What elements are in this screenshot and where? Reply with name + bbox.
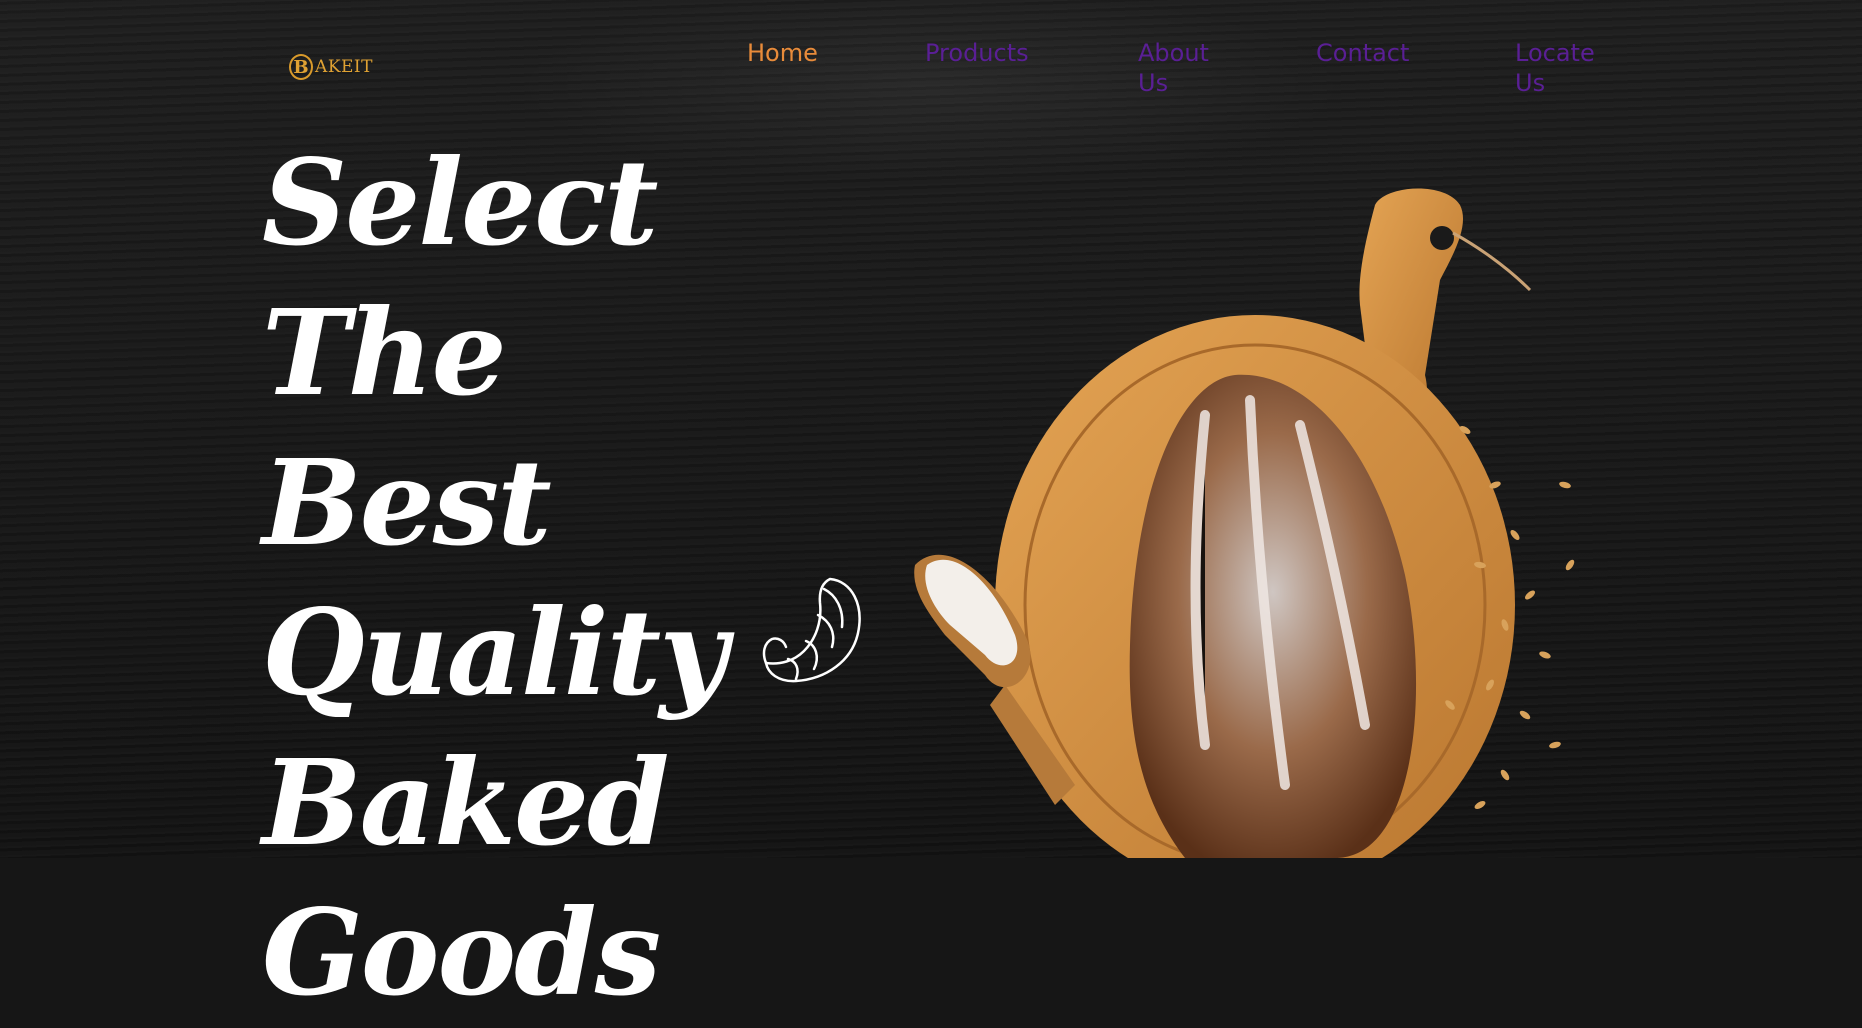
hero-headline: Select The Best Quality Baked Goods bbox=[262, 128, 782, 1028]
headline-line: Baked bbox=[262, 733, 670, 872]
nav-link-contact[interactable]: Contact bbox=[1316, 38, 1409, 68]
headline-line: Select The bbox=[262, 133, 659, 422]
bread-board-image bbox=[914, 188, 1575, 858]
nav-link-about-us[interactable]: About Us bbox=[1138, 38, 1228, 98]
headline-line: Goods bbox=[262, 883, 661, 1022]
headline-line: Quality bbox=[262, 583, 728, 722]
nav-link-locate-us[interactable]: Locate Us bbox=[1515, 38, 1605, 98]
nav-link-home[interactable]: Home bbox=[747, 38, 818, 68]
nav-link-products[interactable]: Products bbox=[925, 38, 1029, 68]
headline-line: Best bbox=[262, 433, 552, 572]
main-navigation: Home Products About Us Contact Locate Us bbox=[0, 0, 1862, 110]
croissant-icon bbox=[762, 577, 861, 683]
